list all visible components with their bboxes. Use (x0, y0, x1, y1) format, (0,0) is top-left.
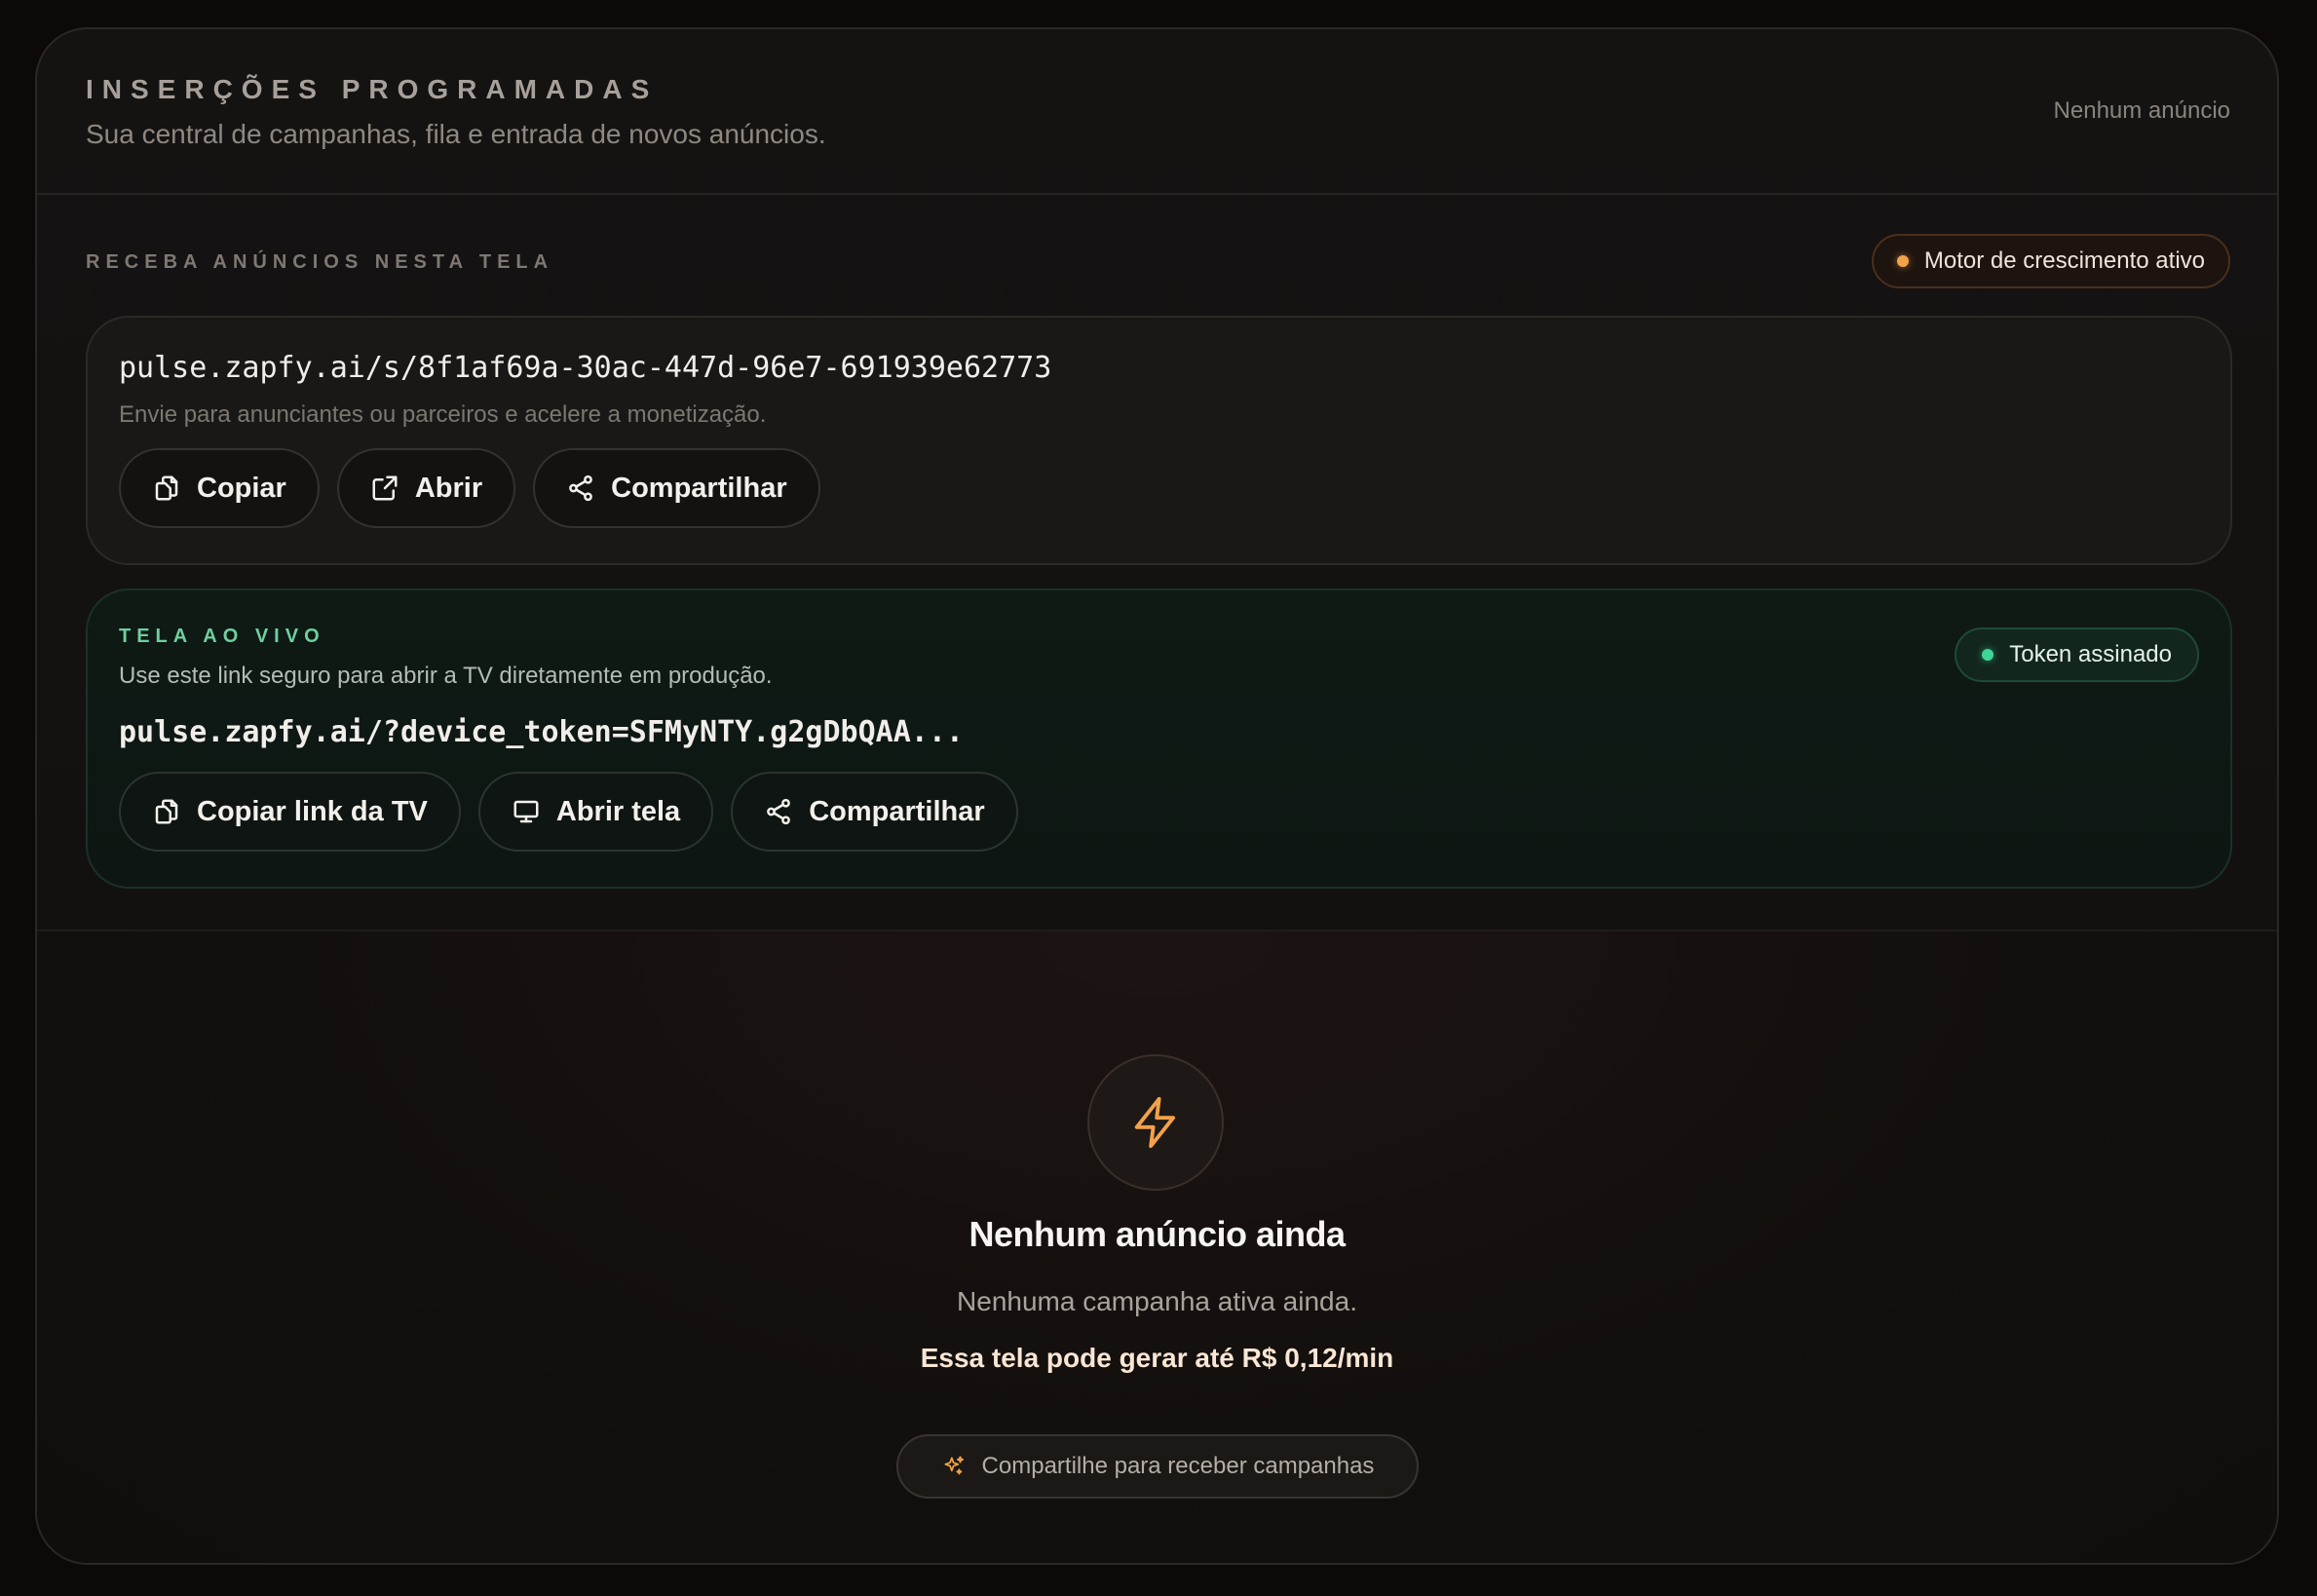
growth-badge-label: Motor de crescimento ativo (1923, 247, 2205, 274)
share-link-actions: Copiar Abrir Compartilhar (119, 448, 820, 528)
panel-subtitle: Sua central de campanhas, fila e entrada… (86, 119, 826, 149)
share-link-button-label: Compartilhar (611, 472, 787, 504)
open-screen-button-label: Abrir tela (555, 795, 681, 827)
scheduled-inserts-panel: INSERÇÕES PROGRAMADAS Sua central de cam… (35, 27, 2279, 1565)
share-link-hint: Envie para anunciantes ou parceiros e ac… (119, 401, 767, 428)
copy-link-button[interactable]: Copiar (119, 448, 320, 528)
external-link-icon (372, 475, 398, 501)
sparkles-icon (944, 1456, 964, 1475)
copy-tv-link-button-label: Copiar link da TV (197, 795, 428, 827)
monitor-icon (513, 800, 539, 823)
open-screen-button[interactable]: Abrir tela (477, 772, 714, 852)
live-screen-url[interactable]: pulse.zapfy.ai/?device_token=SFMyNTY.g2g… (119, 715, 964, 749)
share-link-url[interactable]: pulse.zapfy.ai/s/8f1af69a-30ac-447d-96e7… (119, 351, 1051, 385)
live-screen-card: TELA AO VIVO Use este link seguro para a… (86, 589, 2232, 889)
live-screen-label: TELA AO VIVO (119, 626, 325, 647)
receive-section-title: RECEBA ANÚNCIOS NESTA TELA (86, 251, 554, 273)
open-link-button[interactable]: Abrir (336, 448, 516, 528)
bolt-icon (1134, 1096, 1176, 1149)
share-icon (569, 475, 593, 502)
share-cta-label: Compartilhe para receber campanhas (981, 1453, 1375, 1479)
share-link-button[interactable]: Compartilhar (533, 448, 820, 528)
live-screen-hint: Use este link seguro para abrir a TV dir… (119, 663, 773, 689)
empty-state-title: Nenhum anúncio ainda (969, 1214, 1346, 1254)
status-dot-icon (1896, 255, 1909, 267)
panel-title: INSERÇÕES PROGRAMADAS (86, 74, 659, 104)
share-tv-link-button-label: Compartilhar (809, 795, 985, 827)
share-icon (767, 798, 791, 825)
panel-header: INSERÇÕES PROGRAMADAS Sua central de cam… (37, 29, 2277, 195)
share-to-receive-campaigns-button[interactable]: Compartilhe para receber campanhas (896, 1434, 1419, 1499)
copy-link-button-label: Copiar (197, 472, 286, 504)
ad-count-label: Nenhum anúncio (2053, 97, 2230, 124)
empty-state-subtitle: Nenhuma campanha ativa ainda. (957, 1286, 1357, 1316)
copy-icon (155, 799, 178, 824)
status-dot-icon (1982, 649, 1994, 661)
empty-state: Nenhum anúncio ainda Nenhuma campanha at… (37, 930, 2277, 1563)
share-tv-link-button[interactable]: Compartilhar (731, 772, 1018, 852)
share-link-card: pulse.zapfy.ai/s/8f1af69a-30ac-447d-96e7… (86, 316, 2232, 565)
live-screen-actions: Copiar link da TV Abrir tela Compartilha… (119, 772, 1018, 852)
earnings-estimate: Essa tela pode gerar até R$ 0,12/min (920, 1343, 1394, 1373)
copy-icon (155, 475, 178, 501)
copy-tv-link-button[interactable]: Copiar link da TV (119, 772, 461, 852)
signed-token-badge: Token assinado (1955, 627, 2199, 682)
token-badge-label: Token assinado (2009, 641, 2172, 667)
bolt-icon-circle (1087, 1054, 1224, 1191)
open-link-button-label: Abrir (414, 472, 483, 504)
growth-engine-badge: Motor de crescimento ativo (1871, 234, 2230, 288)
